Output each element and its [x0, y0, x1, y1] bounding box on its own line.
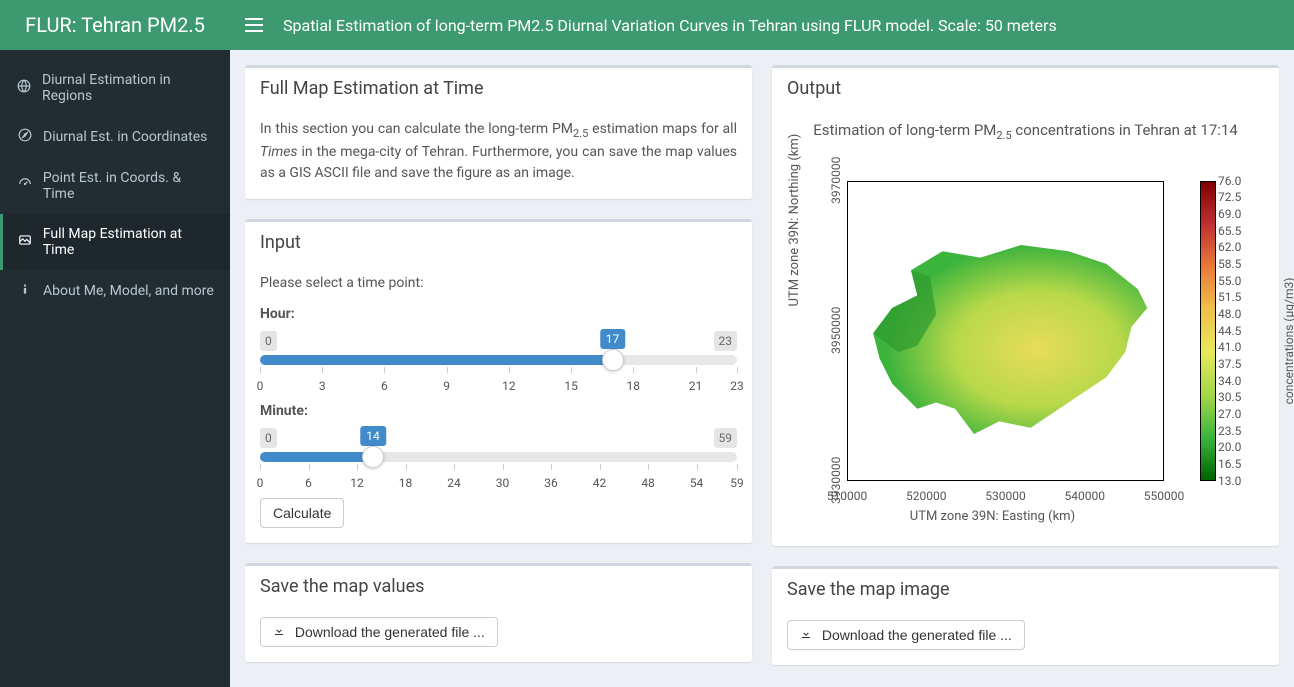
compass-icon — [15, 128, 35, 146]
globe-icon — [15, 79, 34, 97]
info-icon — [15, 282, 35, 300]
panel-input-title: Input — [245, 222, 752, 263]
panel-output-title: Output — [772, 68, 1279, 109]
minute-label: Minute: — [260, 403, 308, 419]
download-values-button[interactable]: Download the generated file ... — [260, 617, 498, 647]
sidebar-nav: Diurnal Estimation in Regions Diurnal Es… — [0, 50, 230, 312]
hour-max: 23 — [714, 331, 738, 351]
x-axis-label: UTM zone 39N: Easting (km) — [910, 507, 1075, 527]
input-prompt: Please select a time point: — [260, 273, 737, 294]
panel-input-body: Please select a time point: Hour: 0 23 1… — [245, 263, 752, 543]
sidebar-item-coordinates[interactable]: Diurnal Est. in Coordinates — [0, 116, 230, 158]
sidebar-item-point[interactable]: Point Est. in Coords. & Time — [0, 158, 230, 214]
dashboard-icon — [15, 177, 35, 195]
hour-label: Hour: — [260, 306, 295, 322]
panel-output: Output Estimation of long-term PM2.5 con… — [772, 65, 1279, 546]
panel-description-body: In this section you can calculate the lo… — [245, 109, 752, 199]
page-title: Spatial Estimation of long-term PM2.5 Di… — [283, 16, 1057, 35]
panel-description: Full Map Estimation at Time In this sect… — [245, 65, 752, 199]
main: Spatial Estimation of long-term PM2.5 Di… — [230, 0, 1294, 687]
colorbar-label: concentrations (µg/m3) — [1280, 277, 1294, 404]
calculate-button[interactable]: Calculate — [260, 498, 344, 528]
hour-value-tooltip: 17 — [600, 329, 626, 349]
output-chart: UTM zone 39N: Northing (km) 393000039500… — [787, 151, 1264, 531]
panel-save-image-title: Save the map image — [772, 569, 1279, 610]
sidebar-item-fullmap[interactable]: Full Map Estimation at Time — [0, 214, 230, 270]
menu-toggle-icon[interactable] — [245, 18, 263, 32]
hour-min: 0 — [260, 331, 277, 351]
minute-rail[interactable] — [260, 452, 737, 462]
minute-min: 0 — [260, 428, 277, 448]
content: Full Map Estimation at Time In this sect… — [230, 50, 1294, 687]
minute-value-tooltip: 14 — [360, 426, 386, 446]
image-icon — [15, 233, 35, 251]
download-icon — [800, 627, 816, 643]
sidebar-item-label: Point Est. in Coords. & Time — [43, 170, 215, 202]
sidebar: FLUR: Tehran PM2.5 Diurnal Estimation in… — [0, 0, 230, 687]
panel-description-title: Full Map Estimation at Time — [245, 68, 752, 109]
panel-save-image: Save the map image Download the generate… — [772, 566, 1279, 665]
topbar: Spatial Estimation of long-term PM2.5 Di… — [230, 0, 1294, 50]
panel-input: Input Please select a time point: Hour: … — [245, 219, 752, 543]
sidebar-item-label: Full Map Estimation at Time — [43, 226, 215, 258]
chart-title: Estimation of long-term PM2.5 concentrat… — [787, 119, 1264, 145]
left-column: Full Map Estimation at Time In this sect… — [245, 65, 752, 672]
right-column: Output Estimation of long-term PM2.5 con… — [772, 65, 1279, 672]
hour-slider[interactable]: 0 23 17 03691215182123 — [260, 355, 737, 391]
minute-fill — [260, 452, 373, 462]
sidebar-item-regions[interactable]: Diurnal Estimation in Regions — [0, 60, 230, 116]
app-logo: FLUR: Tehran PM2.5 — [0, 0, 230, 50]
sidebar-item-label: Diurnal Estimation in Regions — [42, 72, 215, 104]
minute-max: 59 — [714, 428, 738, 448]
minute-slider[interactable]: 0 59 14 06121824303642485459 — [260, 452, 737, 488]
download-icon — [273, 624, 289, 640]
y-axis-label: UTM zone 39N: Northing (km) — [785, 133, 805, 306]
plot-area — [847, 181, 1164, 481]
panel-save-values-title: Save the map values — [245, 566, 752, 607]
sidebar-item-about[interactable]: About Me, Model, and more — [0, 270, 230, 312]
panel-save-values: Save the map values Download the generat… — [245, 563, 752, 662]
colorbar — [1200, 181, 1216, 481]
hour-fill — [260, 355, 613, 365]
sidebar-item-label: Diurnal Est. in Coordinates — [43, 129, 207, 145]
hour-rail[interactable] — [260, 355, 737, 365]
download-image-button[interactable]: Download the generated file ... — [787, 620, 1025, 650]
sidebar-item-label: About Me, Model, and more — [43, 283, 214, 299]
tehran-map-shape — [848, 182, 1163, 497]
